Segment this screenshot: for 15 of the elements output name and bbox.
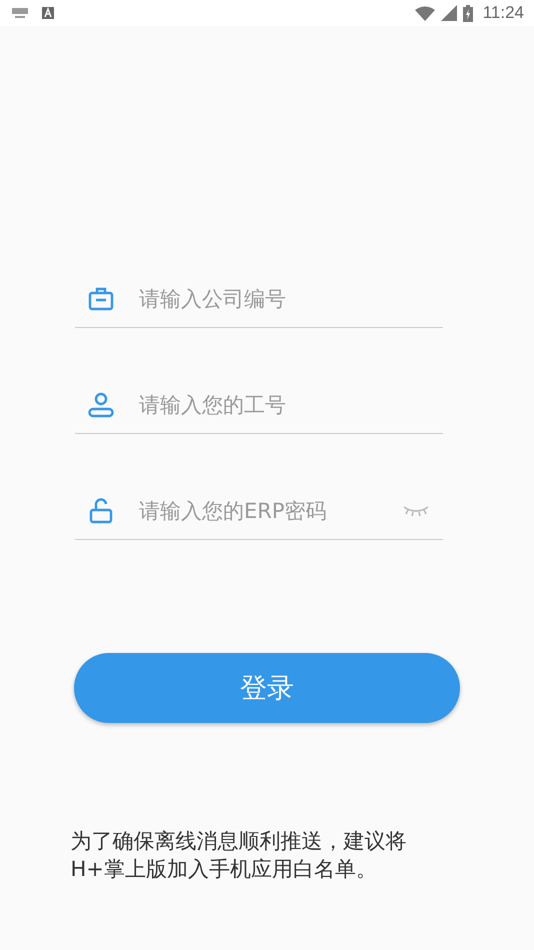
notice-text: 为了确保离线消息顺利推送，建议将H+掌上版加入手机应用白名单。 bbox=[70, 828, 408, 883]
input-field[interactable]: 请输入您的ERP密码 bbox=[139, 498, 403, 522]
signal-icon bbox=[440, 5, 457, 21]
briefcase-icon bbox=[88, 286, 114, 312]
input-field[interactable]: 请输入公司编号 bbox=[139, 286, 443, 310]
user-icon bbox=[88, 392, 114, 418]
wifi-icon bbox=[414, 6, 435, 20]
clock-time: 11:24 bbox=[482, 3, 524, 23]
keyboard-icon bbox=[12, 8, 28, 18]
unlocked-padlock-icon bbox=[88, 498, 114, 524]
login-button[interactable]: 登录 bbox=[74, 653, 460, 723]
input-field[interactable]: 请输入您的工号 bbox=[139, 392, 443, 416]
battery-charging-icon bbox=[462, 4, 473, 22]
closed-eye-icon[interactable] bbox=[403, 504, 429, 516]
font-icon bbox=[42, 7, 54, 19]
